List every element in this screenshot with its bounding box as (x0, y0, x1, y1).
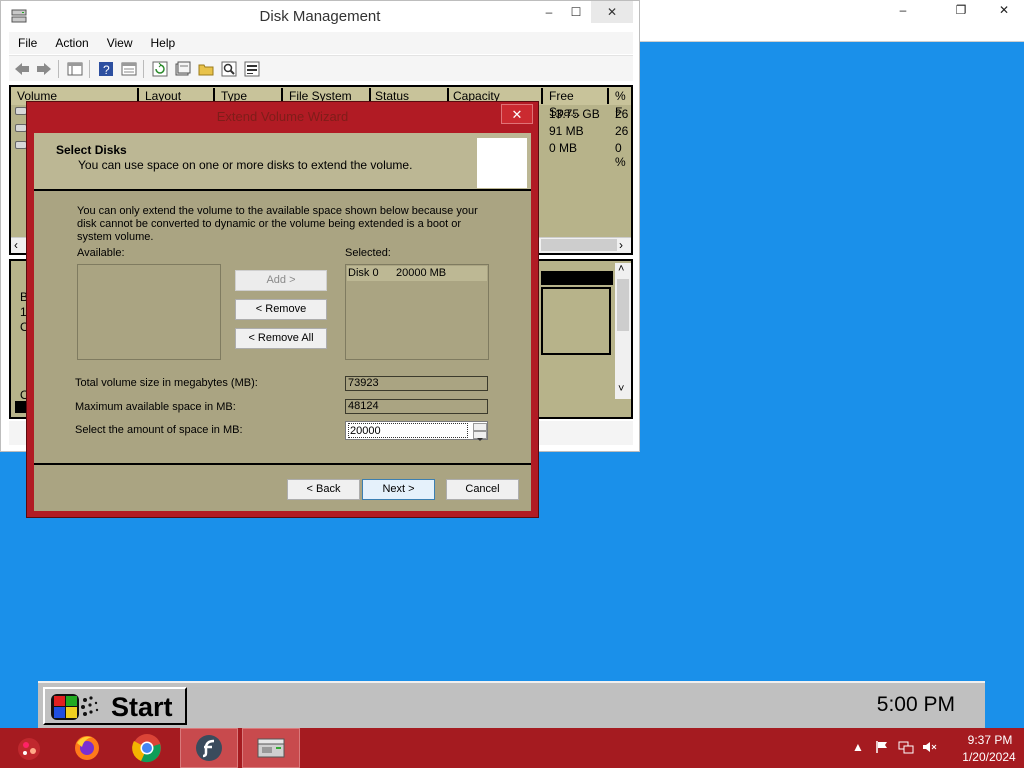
dm-titlebar[interactable]: Disk Management – ☐ ✕ (1, 1, 639, 31)
open-folder-icon[interactable] (197, 60, 215, 77)
percent-free-cell: 0 % (615, 141, 626, 169)
amount-input[interactable] (348, 423, 468, 438)
total-size-label: Total volume size in megabytes (MB): (75, 377, 258, 389)
volume-muted-icon[interactable] (922, 740, 938, 756)
partition-box[interactable] (541, 287, 611, 355)
dm-close-button[interactable]: ✕ (591, 1, 633, 23)
properties-icon[interactable] (120, 60, 138, 77)
next-button[interactable]: Next > (362, 479, 435, 500)
help-icon[interactable]: ? (97, 60, 115, 77)
bg-restore-button[interactable]: ❐ (946, 0, 976, 22)
selected-disk-name: Disk 0 (348, 267, 379, 279)
scroll-left-icon[interactable]: ‹ (14, 238, 18, 252)
selected-disk-size: 20000 MB (396, 267, 447, 279)
taskbar-clock-date[interactable]: 1/20/2024 (954, 750, 1024, 764)
bg-close-button[interactable]: ✕ (986, 0, 1022, 22)
dm-toolbar: ? (9, 55, 633, 81)
percent-free-cell: 26 (615, 124, 629, 138)
dm-menubar: File Action View Help (9, 32, 633, 54)
amount-label: Select the amount of space in MB: (75, 424, 243, 436)
wizard-info-text: You can only extend the volume to the av… (77, 205, 478, 243)
free-space-cell: 0 MB (549, 141, 578, 155)
retro-start-bar: Start 5:00 PM (38, 681, 985, 728)
windows-logo-icon (51, 694, 99, 720)
free-space-cell: 91 MB (549, 124, 584, 138)
available-label: Available: (77, 247, 125, 259)
chrome-icon[interactable] (118, 728, 176, 768)
settings-icon[interactable] (243, 60, 261, 77)
console-tree-icon[interactable] (66, 60, 84, 77)
flash-icon[interactable] (180, 728, 238, 768)
scroll-thumb[interactable] (541, 239, 617, 251)
selected-disks-list[interactable]: Disk 0 20000 MB (345, 264, 489, 360)
total-size-value: 73923 (345, 376, 488, 391)
refresh-icon[interactable] (151, 60, 169, 77)
network-icon[interactable] (898, 740, 914, 756)
forward-arrow-icon[interactable] (35, 60, 53, 77)
selected-label: Selected: (345, 247, 391, 259)
wizard-header-image (477, 138, 527, 188)
menu-file[interactable]: File (9, 32, 46, 50)
back-arrow-icon[interactable] (13, 60, 31, 77)
show-hidden-icons-icon[interactable]: ▲ (850, 740, 866, 756)
start-orb-icon[interactable] (0, 728, 58, 768)
system-tray: ▲ 9:37 PM 1/20/2024 (846, 728, 1024, 768)
wizard-page-title: Select Disks (56, 143, 127, 157)
wizard-body: Select Disks You can use space on one or… (34, 133, 531, 511)
taskbar: ▲ 9:37 PM 1/20/2024 (0, 728, 1024, 768)
add-button[interactable]: Add > (235, 270, 327, 291)
scroll-right-icon[interactable]: › (619, 238, 623, 252)
percent-free-cell: 26 (615, 107, 629, 121)
bg-minimize-button[interactable]: – (888, 0, 918, 22)
wizard-header: Select Disks You can use space on one or… (34, 133, 531, 191)
dm-maximize-button[interactable]: ☐ (561, 1, 591, 23)
spin-up-icon[interactable] (473, 423, 487, 434)
disk-map-vscrollbar[interactable]: ˄ ˅ (615, 263, 631, 399)
wizard-page-subtitle: You can use space on one or more disks t… (78, 158, 413, 172)
find-icon[interactable] (220, 60, 238, 77)
disk-management-taskbar-icon[interactable] (242, 728, 300, 768)
spin-down-icon[interactable] (473, 431, 487, 441)
scroll-up-icon[interactable]: ˄ (618, 263, 624, 275)
menu-help[interactable]: Help (142, 32, 185, 50)
dm-minimize-button[interactable]: – (534, 1, 564, 23)
start-button[interactable]: Start (43, 687, 187, 725)
menu-view[interactable]: View (98, 32, 142, 50)
menu-action[interactable]: Action (46, 32, 97, 50)
available-disks-list[interactable] (77, 264, 221, 360)
selected-disk-item[interactable]: Disk 0 20000 MB (347, 266, 487, 281)
back-button[interactable]: < Back (287, 479, 360, 500)
cancel-button[interactable]: Cancel (446, 479, 519, 500)
col-free-space[interactable]: Free Spa... (545, 88, 609, 119)
background-window-titlebar: – ❐ ✕ (640, 0, 1024, 42)
scroll-down-icon[interactable]: ˅ (618, 383, 624, 395)
svg-text:?: ? (103, 63, 110, 77)
free-space-cell: 13.75 GB (549, 107, 600, 121)
max-space-label: Maximum available space in MB: (75, 401, 236, 413)
remove-button[interactable]: < Remove (235, 299, 327, 320)
action-center-flag-icon[interactable] (874, 740, 890, 756)
start-label: Start (111, 692, 173, 722)
retro-clock: 5:00 PM (876, 693, 955, 716)
partition-bar (541, 271, 613, 285)
remove-all-button[interactable]: < Remove All (235, 328, 327, 349)
scroll-thumb[interactable] (617, 279, 629, 331)
wizard-close-button[interactable]: ✕ (501, 104, 533, 124)
col-percent-free[interactable]: % F (611, 88, 631, 119)
extend-volume-wizard: Extend Volume Wizard ✕ Select Disks You … (26, 101, 539, 518)
rescan-disks-icon[interactable] (174, 60, 192, 77)
wizard-title: Extend Volume Wizard (216, 109, 349, 124)
wizard-footer-separator (34, 463, 531, 465)
amount-spinbox[interactable] (345, 421, 488, 441)
max-space-value: 48124 (345, 399, 488, 414)
firefox-icon[interactable] (58, 728, 116, 768)
taskbar-clock-time[interactable]: 9:37 PM (958, 733, 1022, 747)
